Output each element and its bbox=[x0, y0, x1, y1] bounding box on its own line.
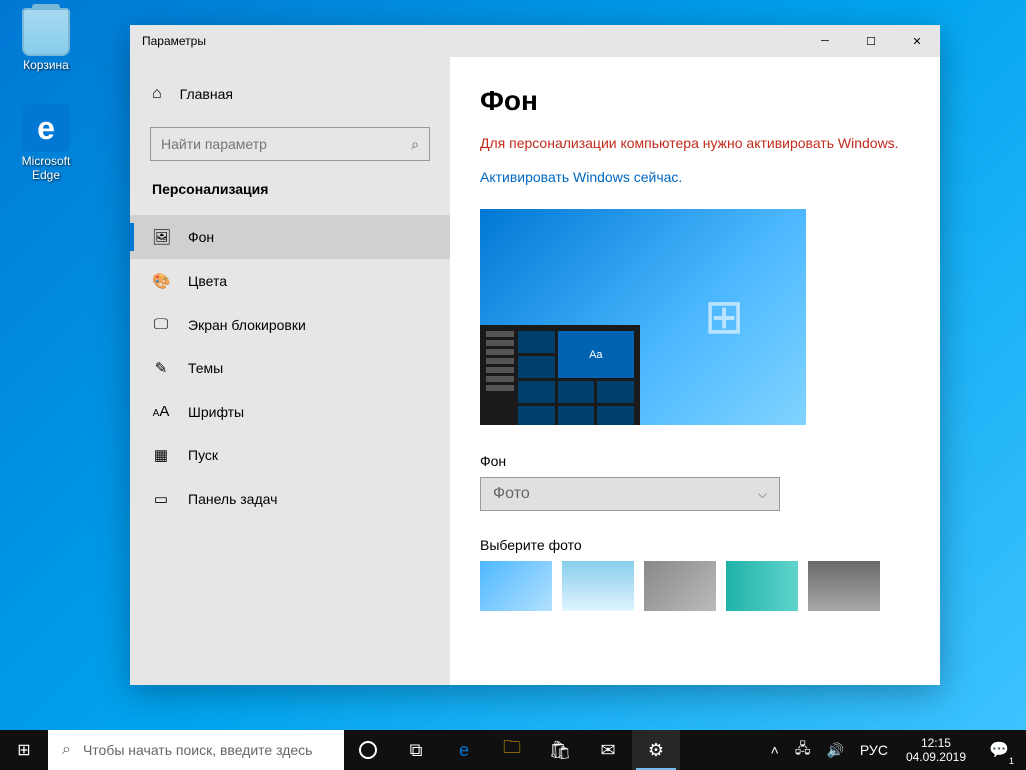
sidebar-item-background[interactable]: 🖼 Фон bbox=[130, 215, 450, 259]
recycle-bin-label: Корзина bbox=[8, 58, 84, 72]
content-area: Фон Для персонализации компьютера нужно … bbox=[450, 57, 940, 685]
sidebar-item-lockscreen[interactable]: 🖵 Экран блокировки bbox=[130, 303, 450, 346]
tray-time: 12:15 bbox=[906, 736, 966, 750]
taskbar-mail[interactable]: ✉ bbox=[584, 730, 632, 770]
desktop-icon-recycle-bin[interactable]: Корзина bbox=[8, 8, 84, 72]
windows-logo-icon bbox=[704, 289, 756, 341]
sidebar-category: Персонализация bbox=[130, 181, 450, 215]
chevron-down-icon: ⌵ bbox=[758, 487, 767, 502]
tray-volume[interactable]: 🔊 bbox=[818, 730, 851, 770]
system-tray: ˄ 🖧 🔊 РУС 12:15 04.09.2019 💬1 bbox=[763, 730, 1026, 770]
preview-tile-text: Aa bbox=[558, 331, 634, 378]
taskbar-settings[interactable]: ⚙ bbox=[632, 730, 680, 770]
home-icon: ⌂ bbox=[152, 85, 162, 103]
tray-clock[interactable]: 12:15 04.09.2019 bbox=[896, 736, 976, 765]
sidebar-item-label: Пуск bbox=[188, 447, 218, 463]
desktop-icon-edge[interactable]: e Microsoft Edge bbox=[8, 104, 84, 182]
sidebar-item-label: Шрифты bbox=[188, 404, 244, 420]
start-icon: ▦ bbox=[152, 446, 170, 464]
settings-window: Параметры ─ ☐ ✕ ⌂ Главная ⌕ Персонализац… bbox=[130, 25, 940, 685]
start-button[interactable]: ⊞ bbox=[0, 730, 48, 770]
tray-notifications[interactable]: 💬1 bbox=[976, 730, 1022, 770]
task-view-button[interactable]: ⧉ bbox=[392, 730, 440, 770]
background-type-label: Фон bbox=[480, 453, 910, 469]
sidebar-item-themes[interactable]: ✎ Темы bbox=[130, 346, 450, 390]
sidebar-item-label: Экран блокировки bbox=[188, 317, 306, 333]
lockscreen-icon: 🖵 bbox=[152, 316, 170, 333]
search-input[interactable] bbox=[161, 136, 411, 152]
search-icon: ⌕ bbox=[62, 741, 71, 759]
edge-label: Microsoft Edge bbox=[8, 154, 84, 182]
preview-start-menu: Aa bbox=[480, 325, 640, 425]
search-icon: ⌕ bbox=[411, 136, 419, 153]
taskbar-icon: ▭ bbox=[152, 490, 170, 508]
window-title: Параметры bbox=[142, 34, 802, 48]
activate-link[interactable]: Активировать Windows сейчас. bbox=[480, 169, 682, 185]
sidebar-home[interactable]: ⌂ Главная bbox=[130, 75, 450, 113]
taskbar-search-placeholder: Чтобы начать поиск, введите здесь bbox=[83, 742, 313, 758]
sidebar-item-label: Темы bbox=[188, 360, 223, 376]
photo-thumb[interactable] bbox=[562, 561, 634, 611]
sidebar-item-fonts[interactable]: AA Шрифты bbox=[130, 390, 450, 433]
window-body: ⌂ Главная ⌕ Персонализация 🖼 Фон 🎨 Цвета bbox=[130, 57, 940, 685]
photo-thumb[interactable] bbox=[726, 561, 798, 611]
background-type-dropdown[interactable]: Фото ⌵ bbox=[480, 477, 780, 511]
minimize-button[interactable]: ─ bbox=[802, 25, 848, 57]
maximize-button[interactable]: ☐ bbox=[848, 25, 894, 57]
choose-photo-label: Выберите фото bbox=[480, 537, 910, 553]
taskbar-explorer[interactable]: 🗀 bbox=[488, 730, 536, 770]
photo-thumbnails bbox=[480, 561, 910, 611]
taskbar-pinned: ⧉ e 🗀 🛍 ✉ ⚙ bbox=[344, 730, 680, 770]
edge-icon: e bbox=[22, 104, 70, 152]
sidebar-item-label: Цвета bbox=[188, 273, 227, 289]
taskbar-store[interactable]: 🛍 bbox=[536, 730, 584, 770]
sidebar-item-taskbar[interactable]: ▭ Панель задач bbox=[130, 477, 450, 521]
search-box[interactable]: ⌕ bbox=[150, 127, 430, 161]
themes-icon: ✎ bbox=[152, 359, 170, 377]
tray-network[interactable]: 🖧 bbox=[787, 730, 819, 770]
photo-thumb[interactable] bbox=[644, 561, 716, 611]
desktop: Корзина e Microsoft Edge Параметры ─ ☐ ✕… bbox=[0, 0, 1026, 730]
taskbar: ⊞ ⌕ Чтобы начать поиск, введите здесь ⧉ … bbox=[0, 730, 1026, 770]
taskbar-edge[interactable]: e bbox=[440, 730, 488, 770]
sidebar: ⌂ Главная ⌕ Персонализация 🖼 Фон 🎨 Цвета bbox=[130, 57, 450, 685]
taskbar-search[interactable]: ⌕ Чтобы начать поиск, введите здесь bbox=[48, 730, 344, 770]
fonts-icon: AA bbox=[152, 403, 170, 420]
notif-count: 1 bbox=[1009, 756, 1014, 766]
window-controls: ─ ☐ ✕ bbox=[802, 25, 940, 57]
photo-thumb[interactable] bbox=[480, 561, 552, 611]
photo-thumb[interactable] bbox=[808, 561, 880, 611]
sidebar-item-start[interactable]: ▦ Пуск bbox=[130, 433, 450, 477]
activation-warning: Для персонализации компьютера нужно акти… bbox=[480, 135, 910, 151]
sidebar-item-label: Панель задач bbox=[188, 491, 277, 507]
recycle-bin-icon bbox=[22, 8, 70, 56]
sidebar-item-label: Фон bbox=[188, 229, 214, 245]
tray-date: 04.09.2019 bbox=[906, 750, 966, 764]
titlebar: Параметры ─ ☐ ✕ bbox=[130, 25, 940, 57]
cortana-button[interactable] bbox=[344, 730, 392, 770]
page-heading: Фон bbox=[480, 85, 910, 117]
background-preview: Aa bbox=[480, 209, 806, 425]
close-button[interactable]: ✕ bbox=[894, 25, 940, 57]
dropdown-value: Фото bbox=[493, 485, 530, 503]
tray-language[interactable]: РУС bbox=[852, 730, 896, 770]
sidebar-home-label: Главная bbox=[180, 86, 233, 102]
cortana-icon bbox=[359, 741, 377, 759]
picture-icon: 🖼 bbox=[152, 228, 170, 246]
tray-overflow[interactable]: ˄ bbox=[763, 730, 787, 770]
palette-icon: 🎨 bbox=[152, 272, 170, 290]
sidebar-item-colors[interactable]: 🎨 Цвета bbox=[130, 259, 450, 303]
